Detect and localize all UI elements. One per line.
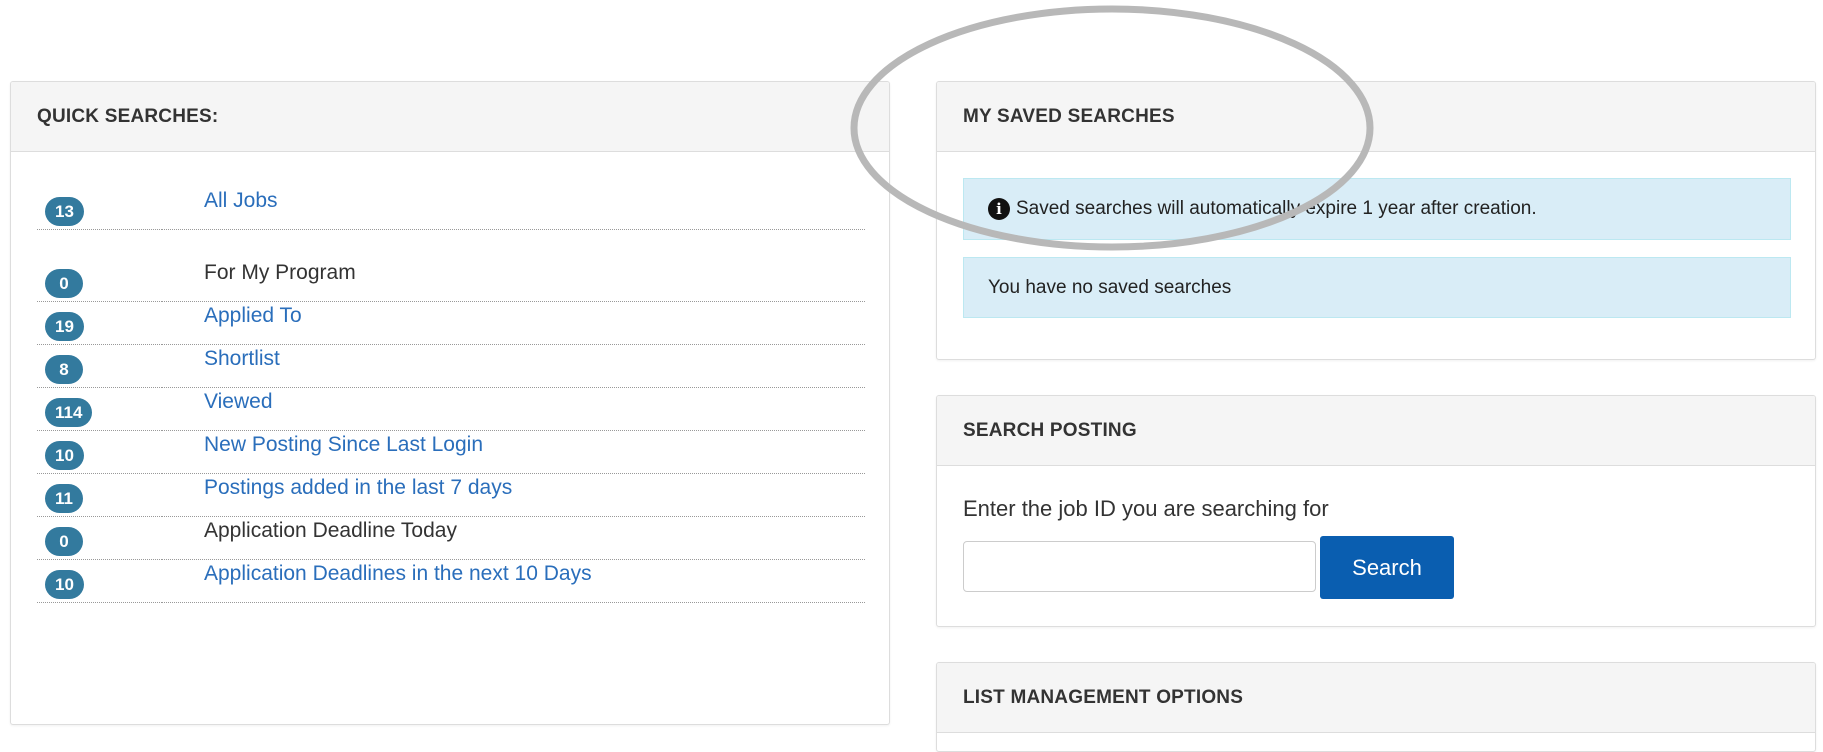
count-badge: 0 (45, 527, 83, 556)
quick-search-item-deadlines-10-days[interactable]: 10 Application Deadlines in the next 10 … (37, 553, 865, 603)
count-badge: 11 (45, 484, 83, 513)
quick-search-link[interactable]: All Jobs (204, 189, 278, 213)
search-posting-title: SEARCH POSTING (937, 396, 1815, 466)
no-saved-searches-alert: You have no saved searches (963, 257, 1791, 318)
expiry-info-alert: i Saved searches will automatically expi… (963, 178, 1791, 240)
count-badge: 114 (45, 398, 93, 427)
quick-search-link[interactable]: Shortlist (204, 347, 280, 371)
quick-search-link[interactable]: New Posting Since Last Login (204, 433, 483, 457)
search-button[interactable]: Search (1320, 536, 1454, 599)
quick-search-item-all-jobs[interactable]: 13 All Jobs (37, 180, 865, 230)
count-badge: 10 (45, 570, 84, 599)
saved-searches-panel: MY SAVED SEARCHES i Saved searches will … (936, 81, 1816, 360)
count-badge: 8 (45, 355, 83, 384)
count-badge: 0 (45, 269, 83, 298)
quick-search-label: Application Deadline Today (204, 519, 457, 542)
count-badge: 10 (45, 441, 84, 470)
quick-search-link[interactable]: Postings added in the last 7 days (204, 476, 512, 500)
job-id-input[interactable] (963, 541, 1316, 592)
quick-searches-panel: QUICK SEARCHES: 13 All Jobs 0 For My Pro… (10, 81, 890, 725)
expiry-info-text: Saved searches will automatically expire… (1016, 198, 1537, 219)
search-posting-panel: SEARCH POSTING Enter the job ID you are … (936, 395, 1816, 627)
quick-search-link[interactable]: Viewed (204, 390, 273, 414)
quick-search-link[interactable]: Applied To (204, 304, 302, 328)
quick-searches-title: QUICK SEARCHES: (11, 82, 889, 152)
no-saved-searches-text: You have no saved searches (988, 276, 1232, 298)
info-circle-icon: i (988, 198, 1010, 220)
list-management-title: LIST MANAGEMENT OPTIONS (937, 663, 1815, 733)
quick-search-link[interactable]: Application Deadlines in the next 10 Day… (204, 562, 592, 586)
list-management-panel: LIST MANAGEMENT OPTIONS (936, 662, 1816, 752)
saved-searches-title: MY SAVED SEARCHES (937, 82, 1815, 152)
job-id-prompt: Enter the job ID you are searching for (963, 496, 1329, 521)
count-badge: 19 (45, 312, 84, 341)
count-badge: 13 (45, 197, 84, 226)
quick-search-label: For My Program (204, 261, 356, 284)
